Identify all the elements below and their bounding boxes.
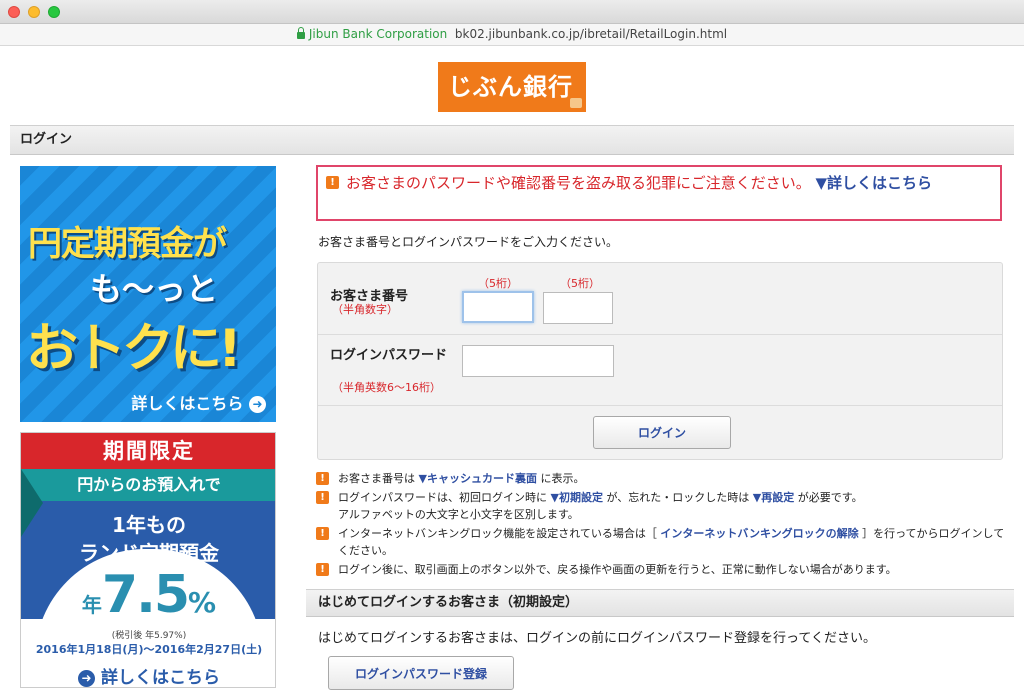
unlock-link[interactable]: インターネットバンキングロックの解除 — [660, 527, 858, 540]
customer-number-hint: （半角数字） — [332, 303, 398, 316]
zoom-window-button[interactable] — [48, 6, 60, 18]
login-section-header: ログイン — [10, 125, 1014, 155]
warning-icon: ! — [316, 472, 329, 485]
login-button[interactable]: ログイン — [593, 416, 731, 449]
certificate-org: Jibun Bank Corporation — [308, 27, 448, 41]
list-item: ! インターネットバンキングロック機能を設定されている場合は［ インターネットバ… — [316, 525, 1006, 559]
minimize-window-button[interactable] — [28, 6, 40, 18]
banner1-line3: おトクに! — [26, 319, 242, 379]
arrow-right-icon: ➜ — [78, 670, 96, 687]
address-bar[interactable]: Jibun Bank Corporation bk02.jibunbank.co… — [0, 24, 1024, 46]
banner2-line2: ランド定期預金 — [79, 541, 219, 565]
window-titlebar — [0, 0, 1024, 24]
banner2-limited: 期間限定 — [21, 433, 275, 469]
banner2-rate: 年7.5% — [81, 565, 217, 625]
banner1-more-link[interactable]: 詳しくはこちら ➜ — [131, 390, 266, 414]
banner2-note: (税引後 年5.97%) — [111, 631, 187, 641]
login-form: お客さま番号 （半角数字） （5桁） （5桁） ログインパスワード （半角英数6… — [317, 262, 1003, 460]
list-item: ! ログイン後に、取引画面上のボタン以外で、戻る操作や画面の更新を行うと、正常に… — [316, 561, 1016, 578]
warning-details-link[interactable]: ▼詳しくはこちら — [816, 174, 933, 192]
customer-number-field-1[interactable] — [462, 291, 534, 323]
banner1-line1: 円定期預金が — [28, 224, 227, 264]
banner2-more-link[interactable]: ➜ 詳しくはこちら — [21, 663, 275, 687]
banner1-line2: も～っと — [90, 270, 219, 308]
arrow-right-icon: ➜ — [249, 396, 266, 413]
password-hint: （半角英数6～16桁） — [332, 381, 441, 394]
warning-icon: ! — [316, 527, 329, 540]
register-password-button[interactable]: ログインパスワード登録 — [328, 656, 514, 690]
close-window-button[interactable] — [8, 6, 20, 18]
customer-number-field-2[interactable] — [543, 292, 613, 324]
first-login-text: はじめてログインするお客さまは、ログインの前にログインパスワード登録を行ってくだ… — [318, 631, 876, 646]
banner2-line1: 1年もの — [112, 513, 186, 537]
digits-hint-1: （5桁） — [478, 277, 518, 290]
first-login-title: はじめてログインするお客さま（初期設定） — [318, 595, 579, 610]
bank-logo[interactable]: じぶん銀行 — [438, 62, 586, 112]
warning-icon: ! — [326, 176, 339, 189]
section-title: ログイン — [20, 132, 73, 147]
fraud-warning: ! お客さまのパスワードや確認番号を盗み取る犯罪にご注意ください。 ▼詳しくはこ… — [316, 165, 1002, 221]
reset-link[interactable]: ▼再設定 — [753, 491, 794, 504]
initial-setup-link[interactable]: ▼初期設定 — [551, 491, 603, 504]
login-instruction: お客さま番号とログインパスワードをご入力ください。 — [318, 235, 619, 249]
login-notes: ! お客さま番号は ▼キャッシュカード裏面 に表示。 ! ログインパスワードは、… — [316, 470, 1016, 580]
promo-banner-time-deposit[interactable]: 円定期預金が も～っと おトクに! 詳しくはこちら ➜ — [20, 166, 276, 422]
password-field[interactable] — [462, 345, 614, 377]
page-url: bk02.jibunbank.co.jp/ibretail/RetailLogi… — [454, 27, 728, 41]
warning-icon: ! — [316, 563, 329, 576]
first-login-header: はじめてログインするお客さま（初期設定） — [306, 589, 1014, 617]
lock-icon — [296, 27, 305, 39]
password-label: ログインパスワード — [330, 348, 448, 363]
banner2-subhead: 円からのお預入れで — [21, 469, 275, 501]
promo-banner-rand-deposit[interactable]: 期間限定 円からのお預入れで 1年もの ランド定期預金 年7.5% (税引後 年… — [20, 432, 276, 688]
digits-hint-2: （5桁） — [560, 277, 600, 290]
list-item: ! お客さま番号は ▼キャッシュカード裏面 に表示。 — [316, 470, 1016, 487]
cash-card-link[interactable]: ▼キャッシュカード裏面 — [419, 472, 537, 485]
list-item: ! ログインパスワードは、初回ログイン時に ▼初期設定 が、忘れた・ロックした時… — [316, 489, 1016, 523]
banner2-dates: 2016年1月18日(月)～2016年2月27日(土) — [35, 643, 263, 656]
warning-icon: ! — [316, 491, 329, 504]
mascot-icon — [570, 98, 582, 108]
